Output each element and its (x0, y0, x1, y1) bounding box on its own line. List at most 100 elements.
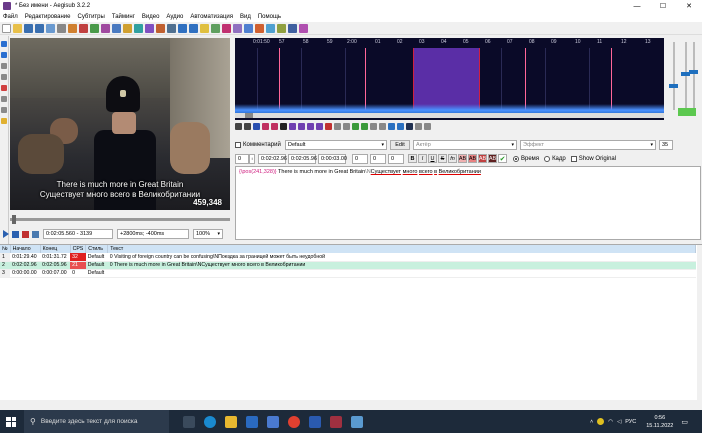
menu-automation[interactable]: Автоматизация (190, 14, 233, 20)
options-icon[interactable] (233, 23, 242, 33)
underline-button[interactable]: U (428, 154, 437, 163)
resample-icon[interactable] (145, 23, 154, 33)
previous-line-icon[interactable] (235, 123, 242, 130)
snap-icon[interactable] (266, 23, 275, 33)
col-cps[interactable]: CPS (70, 245, 87, 253)
save-icon[interactable] (24, 23, 33, 33)
vector-clip-tool-icon[interactable] (1, 107, 7, 113)
rotate-z-tool-icon[interactable] (1, 63, 7, 69)
autoscroll-icon[interactable] (32, 230, 39, 238)
menu-help[interactable]: Помощь (258, 14, 281, 20)
show-original-checkbox[interactable] (570, 155, 577, 162)
fonts-collector-icon[interactable] (134, 23, 143, 33)
audio-scrollbar[interactable] (235, 113, 664, 118)
col-end[interactable]: Конец (40, 245, 71, 253)
commit-icon[interactable] (352, 123, 359, 130)
language-indicator[interactable]: РУС (625, 419, 636, 425)
attachments-icon[interactable] (123, 23, 132, 33)
close-video-icon[interactable] (57, 23, 66, 33)
save-as-icon[interactable] (35, 23, 44, 33)
find-icon[interactable] (178, 23, 187, 33)
select-lines-icon[interactable] (222, 23, 231, 33)
audio-commit-icon[interactable] (678, 108, 696, 116)
selection-start-marker[interactable] (413, 48, 414, 110)
effect-combo[interactable]: Эффект ▾ (520, 140, 656, 150)
spectrum-mode-icon[interactable] (415, 123, 422, 130)
time-radio[interactable] (513, 155, 519, 162)
duration-field[interactable]: 0:00:03.00 (318, 153, 347, 164)
video-seekbar[interactable] (10, 215, 230, 224)
open-file-icon[interactable] (13, 23, 22, 33)
stop-audio-icon[interactable] (271, 123, 278, 130)
zoom-in-icon[interactable] (244, 23, 253, 33)
close-audio-icon[interactable] (79, 23, 88, 33)
menu-subtitles[interactable]: Субтитры (77, 14, 104, 20)
next-line-icon[interactable] (244, 123, 251, 130)
audio-scrollbar-thumb[interactable] (245, 113, 253, 118)
table-row-selected[interactable]: 2 0:02:02.96 0:02:05.96 21 Default 0 The… (0, 261, 696, 270)
menu-video[interactable]: Видео (142, 14, 160, 20)
wifi-icon[interactable]: ◠ (608, 419, 613, 425)
rotate-xy-tool-icon[interactable] (1, 74, 7, 80)
bulb-tool-icon[interactable] (1, 118, 7, 124)
close-button[interactable]: ✕ (676, 0, 702, 12)
play-from-start-icon[interactable] (325, 123, 332, 130)
taskbar-search[interactable]: ⚲ Введите здесь текст для поиска (24, 410, 169, 433)
karaoke-icon[interactable] (370, 123, 377, 130)
play-current-line-icon[interactable] (262, 123, 269, 130)
comment-checkbox[interactable] (235, 142, 241, 148)
lead-out-icon[interactable] (343, 123, 350, 130)
edit-style-button[interactable]: Edit (390, 140, 410, 150)
minimize-button[interactable]: — (624, 0, 650, 12)
task-view-icon[interactable] (183, 415, 195, 428)
bold-button[interactable]: B (408, 154, 417, 163)
open-video-icon[interactable] (46, 23, 55, 33)
scale-tool-icon[interactable] (1, 85, 7, 91)
italic-button[interactable]: I (418, 154, 427, 163)
word-icon[interactable] (309, 415, 321, 428)
col-style[interactable]: Стиль (85, 245, 109, 253)
primary-color-button[interactable]: AB (458, 154, 467, 163)
play-selection-icon[interactable] (253, 123, 260, 130)
spectrum-icon[interactable] (379, 123, 386, 130)
auto-scroll-audio-icon[interactable] (388, 123, 395, 130)
audio-waveform[interactable]: 0:01:50 57 58 59 2:00 01 02 03 04 05 06 … (235, 38, 664, 120)
auto-commit-icon[interactable] (397, 123, 404, 130)
jump-to-icon[interactable] (255, 23, 264, 33)
sort-icon[interactable] (288, 23, 297, 33)
video-display[interactable]: There is much more in Great Britain Суще… (10, 38, 230, 210)
table-row[interactable]: 1 0:01:29.40 0:01:31.72 32 Default 0 Vis… (0, 253, 696, 262)
menu-timing[interactable]: Тайминг (112, 14, 135, 20)
zoom-select[interactable]: 100% ▾ (193, 229, 223, 239)
link-icon[interactable] (424, 123, 431, 130)
vertical-zoom-knob[interactable] (669, 84, 678, 88)
commit-check-icon[interactable]: ✔ (498, 154, 507, 163)
subtitle-text-editor[interactable]: {\pos(241,328)} There is much more in Gr… (235, 166, 701, 240)
taskbar-clock[interactable]: 0:56 15.11.2022 (646, 414, 673, 430)
help-icon[interactable] (299, 23, 308, 33)
automation-icon[interactable] (90, 23, 99, 33)
go-to-icon[interactable] (361, 123, 368, 130)
windows-start-icon[interactable] (6, 416, 16, 427)
tray-app-icon[interactable] (597, 418, 605, 425)
horizontal-zoom-knob[interactable] (689, 70, 698, 74)
menu-file[interactable]: Файл (3, 14, 18, 20)
chevron-up-icon[interactable]: ˄ (590, 419, 593, 425)
margin-field[interactable]: 35 (659, 140, 673, 150)
shift-times-icon[interactable] (277, 23, 286, 33)
spellcheck-icon[interactable] (200, 23, 209, 33)
timing-post-processor-icon[interactable] (156, 23, 165, 33)
margin-right-field[interactable]: 0 (370, 153, 386, 164)
mail-icon[interactable] (267, 415, 279, 428)
volume-icon[interactable]: ◁ (617, 419, 621, 425)
col-text[interactable]: Текст (107, 245, 697, 253)
col-number[interactable]: № (0, 245, 11, 253)
audio-selection-region[interactable] (413, 48, 479, 110)
play-after-end-icon[interactable] (307, 123, 314, 130)
chrome-icon[interactable] (288, 415, 300, 428)
menu-edit[interactable]: Редактирование (25, 14, 71, 20)
seekbar-thumb[interactable] (12, 215, 16, 224)
play-before-start-icon[interactable] (280, 123, 287, 130)
play-before-end-icon[interactable] (298, 123, 305, 130)
notifications-icon[interactable]: ▭ (681, 418, 688, 426)
